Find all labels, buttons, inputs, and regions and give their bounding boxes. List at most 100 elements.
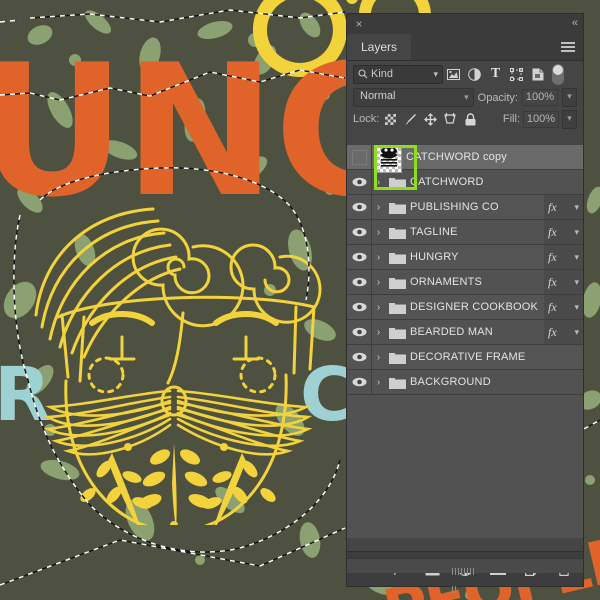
chevron-down-icon[interactable]: ▾ [574,302,579,313]
layer-visibility-toggle[interactable] [347,195,372,219]
close-icon[interactable]: × [353,18,365,30]
expand-group-chevron-right-icon[interactable]: › [372,352,385,363]
blend-mode-select[interactable]: Normal ▾ [353,88,474,107]
layer-effects-indicator[interactable]: fx ▾ [544,220,583,244]
folder-icon [385,376,410,389]
layer-name[interactable]: DESIGNER COOKBOOK [410,301,538,313]
expand-group-chevron-right-icon[interactable]: › [372,177,385,188]
expand-group-chevron-right-icon[interactable]: › [372,202,385,213]
table-row[interactable]: › HUNGRY fx ▾ [347,245,583,270]
opacity-chevron-down-icon[interactable]: ▾ [562,88,577,107]
layer-thumbnail[interactable] [372,145,406,173]
chevron-down-icon[interactable]: ▾ [574,202,579,213]
opacity-label: Opacity: [477,91,518,104]
expand-group-chevron-right-icon[interactable]: › [372,327,385,338]
filter-kind-label: Kind [371,68,394,80]
table-row[interactable]: › TAGLINE fx ▾ [347,220,583,245]
fx-icon: fx [548,249,557,264]
layer-visibility-toggle[interactable] [347,370,372,394]
lock-transparent-pixels-icon[interactable] [382,110,399,128]
table-row[interactable]: › BACKGROUND [347,370,583,395]
fill-input[interactable]: 100% [523,110,559,128]
layer-effects-indicator[interactable]: fx ▾ [544,245,583,269]
layer-effects-indicator[interactable]: fx ▾ [544,320,583,344]
chevron-down-icon[interactable]: ▾ [574,252,579,263]
horizontal-scrollbar[interactable] [347,558,583,593]
table-row[interactable]: › DECORATIVE FRAME [347,345,583,370]
table-row[interactable]: CATCHWORD copy [347,145,583,173]
adjustment-layer-filter-icon[interactable] [464,64,485,84]
tab-layers[interactable]: Layers [347,34,412,60]
lock-row: Lock: Fill: 100% ▾ [347,108,583,130]
layer-name[interactable]: DECORATIVE FRAME [410,351,525,363]
layer-name[interactable]: PUBLISHING CO [410,201,499,213]
blend-mode-value: Normal [360,90,396,102]
lock-image-pixels-icon[interactable] [402,110,419,128]
layer-effects-indicator[interactable]: fx ▾ [544,270,583,294]
expand-group-chevron-right-icon[interactable]: › [372,252,385,263]
eye-icon [352,177,366,187]
layer-name[interactable]: ORNAMENTS [410,276,482,288]
shape-layer-filter-icon[interactable] [506,64,527,84]
table-row[interactable]: › DESIGNER COOKBOOK fx ▾ [347,295,583,320]
lock-artboard-nesting-icon[interactable] [442,110,459,128]
eye-icon [352,377,366,387]
collapse-panel-icon[interactable]: « [572,17,578,29]
table-row[interactable]: › PUBLISHING CO fx ▾ [347,195,583,220]
folder-icon [385,276,410,289]
layer-visibility-toggle[interactable] [347,345,372,369]
layer-visibility-toggle[interactable] [347,145,372,169]
layers-panel: × « Layers Kind ▾ T Normal ▾ Opacity: 10… [347,14,583,586]
fill-label: Fill: [502,113,520,125]
layer-visibility-toggle[interactable] [347,220,372,244]
layer-list[interactable]: CATCHWORD copy › CATCHWORD › PUBLISHING … [347,145,583,538]
layer-visibility-toggle[interactable] [347,295,372,319]
expand-group-chevron-right-icon[interactable]: › [372,277,385,288]
layer-visibility-toggle[interactable] [347,170,372,194]
eye-icon [352,352,366,362]
pixel-layer-filter-icon[interactable] [443,64,464,84]
layer-visibility-toggle[interactable] [347,270,372,294]
layer-name[interactable]: TAGLINE [410,226,458,238]
folder-icon [385,176,410,189]
chevron-down-icon[interactable]: ▾ [574,227,579,238]
layer-name[interactable]: BACKGROUND [410,376,491,388]
eye-icon [352,327,366,337]
layer-visibility-toggle[interactable] [347,320,372,344]
lock-all-icon[interactable] [462,110,479,128]
layer-name[interactable]: HUNGRY [410,251,459,263]
layer-effects-indicator[interactable]: fx ▾ [544,295,583,319]
chevron-down-icon: ▾ [464,92,469,102]
layer-visibility-toggle[interactable] [347,245,372,269]
fill-chevron-down-icon[interactable]: ▾ [562,109,577,129]
layer-effects-indicator[interactable]: fx ▾ [544,195,583,219]
expand-group-chevron-right-icon[interactable]: › [372,227,385,238]
eye-icon [352,202,366,212]
table-row[interactable]: › CATCHWORD [347,170,583,195]
folder-icon [385,226,410,239]
expand-group-chevron-right-icon[interactable]: › [372,302,385,313]
layer-name[interactable]: BEARDED MAN [410,326,493,338]
chevron-down-icon[interactable]: ▾ [574,277,579,288]
search-icon [358,69,368,79]
filter-enable-toggle[interactable] [552,63,564,85]
expand-group-chevron-right-icon[interactable]: › [372,377,385,388]
fx-icon: fx [548,224,557,239]
opacity-input[interactable]: 100% [522,89,558,106]
layer-filter-row: Kind ▾ T [347,61,583,87]
folder-icon [385,301,410,314]
lock-position-icon[interactable] [422,110,439,128]
scrollbar-grip[interactable] [452,562,478,593]
filter-kind-select[interactable]: Kind ▾ [353,64,443,84]
type-layer-filter-icon[interactable]: T [485,64,506,84]
transparency-checkerboard [376,145,402,173]
panel-menu-icon[interactable] [561,42,575,52]
chevron-down-icon[interactable]: ▾ [574,327,579,338]
layer-name[interactable]: CATCHWORD copy [406,151,507,163]
fx-icon: fx [548,299,557,314]
layer-name[interactable]: CATCHWORD [410,176,484,188]
table-row[interactable]: › ORNAMENTS fx ▾ [347,270,583,295]
smart-object-filter-icon[interactable] [527,64,548,84]
table-row[interactable]: › BEARDED MAN fx ▾ [347,320,583,345]
eye-icon [352,277,366,287]
